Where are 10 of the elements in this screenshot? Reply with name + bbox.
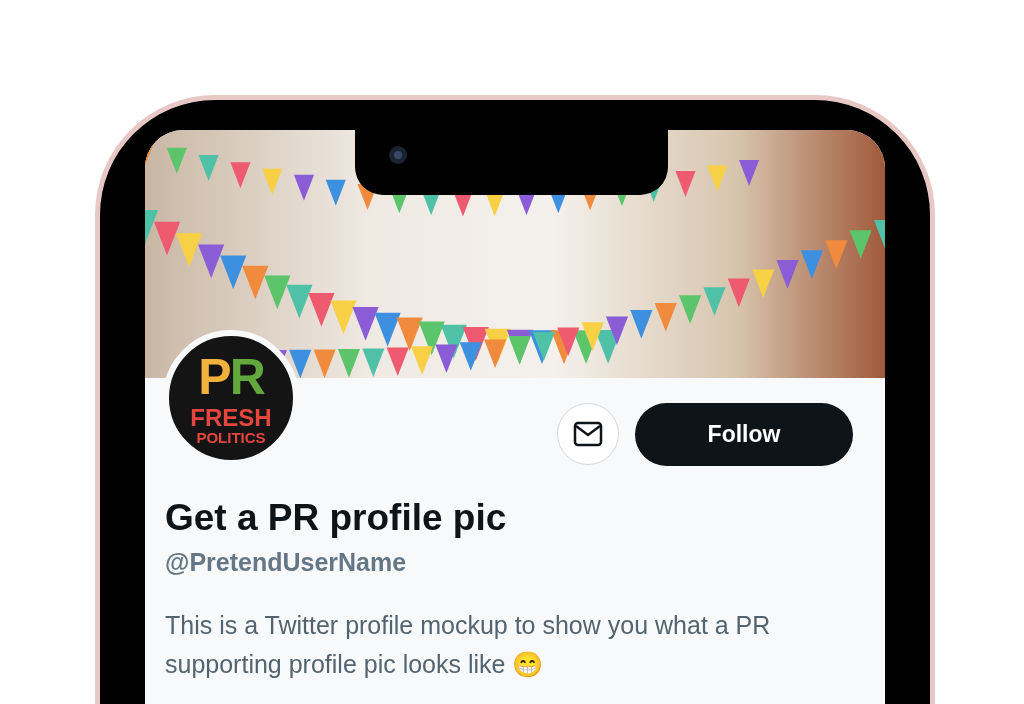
logo-letter: P xyxy=(198,348,230,405)
envelope-icon xyxy=(573,421,603,447)
follow-button[interactable]: Follow xyxy=(635,403,853,466)
logo-letter: R xyxy=(229,348,264,405)
user-handle: @PretendUserName xyxy=(165,547,408,579)
profile-bio: This is a Twitter profile mockup to show you what a PR supporting profile pic looks like 😁 xyxy=(165,609,772,680)
logo-text: POLITICS xyxy=(196,429,266,445)
camera-icon xyxy=(388,145,408,165)
display-name: Get a PR profile pic xyxy=(165,496,508,540)
logo-text: FRESH xyxy=(190,405,272,430)
